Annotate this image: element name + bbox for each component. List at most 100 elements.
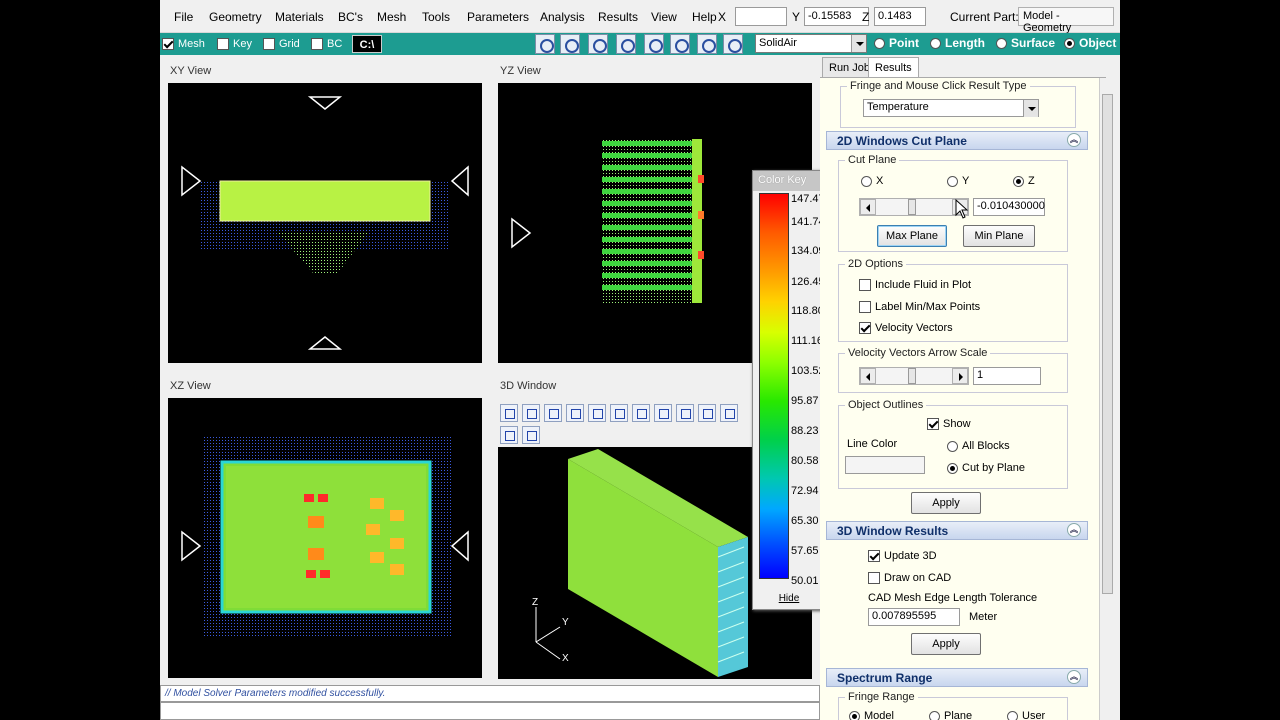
slider-right-icon[interactable] — [952, 368, 968, 384]
slider-thumb[interactable] — [908, 368, 916, 384]
collapse-icon[interactable]: ︽ — [1067, 670, 1081, 684]
menu-results[interactable]: Results — [598, 10, 638, 24]
result-type-select[interactable]: Temperature — [863, 99, 1039, 117]
zoom-in-icon[interactable] — [644, 34, 664, 54]
velocity-vectors-checkbox[interactable]: Velocity Vectors — [859, 322, 953, 334]
panel-scrollbar[interactable] — [1099, 78, 1114, 720]
color-key-hide-button[interactable]: Hide — [759, 593, 819, 607]
mesh-toggle[interactable]: Mesh — [162, 36, 205, 52]
axis-x-radio[interactable]: X — [861, 175, 883, 187]
menu-file[interactable]: File — [174, 10, 193, 24]
cut-plane-slider[interactable] — [859, 198, 969, 216]
include-fluid-checkbox[interactable]: Include Fluid in Plot — [859, 279, 971, 291]
surface-radio[interactable]: Surface — [996, 36, 1055, 50]
menu-mesh[interactable]: Mesh — [377, 10, 406, 24]
view-back-icon[interactable] — [632, 404, 650, 422]
zoom-icon[interactable] — [500, 404, 518, 422]
zoom-box-icon[interactable] — [522, 404, 540, 422]
results-scroll-area: Fringe and Mouse Click Result Type Tempe… — [820, 77, 1106, 720]
view-bottom-icon[interactable] — [676, 404, 694, 422]
material-select[interactable]: SolidAir — [755, 34, 867, 53]
tolerance-input[interactable]: 0.007895595 — [868, 608, 960, 626]
command-prompt-button[interactable]: C:\ — [352, 35, 382, 53]
view-left-icon[interactable] — [698, 404, 716, 422]
cut-plane-section-header[interactable]: 2D Windows Cut Plane ︽ — [826, 131, 1088, 150]
max-plane-button[interactable]: Max Plane — [877, 225, 947, 247]
move-icon[interactable] — [588, 404, 606, 422]
view-right-icon[interactable] — [720, 404, 738, 422]
object-radio[interactable]: Object — [1064, 36, 1116, 50]
xy-viewport[interactable] — [168, 83, 482, 363]
range-user-radio[interactable]: User — [1007, 710, 1045, 720]
x-coord-field[interactable] — [735, 7, 787, 26]
fit-view-icon[interactable] — [535, 34, 555, 54]
zoom-out-icon[interactable] — [670, 34, 690, 54]
slider-left-icon[interactable] — [860, 368, 876, 384]
arrow-scale-slider[interactable] — [859, 367, 969, 385]
home-icon[interactable] — [723, 34, 743, 54]
grid-toggle[interactable]: Grid — [263, 36, 300, 52]
solid-view-icon[interactable] — [500, 426, 518, 444]
all-blocks-radio[interactable]: All Blocks — [947, 440, 1010, 452]
view-top-icon[interactable] — [654, 404, 672, 422]
checkbox-icon — [868, 572, 880, 584]
apply-outlines-button[interactable]: Apply — [911, 492, 981, 514]
radio-icon — [947, 175, 958, 187]
show-outlines-checkbox[interactable]: Show — [927, 418, 971, 430]
3d-results-section-header[interactable]: 3D Window Results ︽ — [826, 521, 1088, 540]
refresh-icon[interactable] — [560, 34, 580, 54]
undo-icon[interactable] — [588, 34, 608, 54]
scrollbar-thumb[interactable] — [1102, 94, 1113, 594]
xz-viewport[interactable] — [168, 398, 482, 678]
chevron-down-icon[interactable] — [1023, 100, 1038, 117]
menu-tools[interactable]: Tools — [422, 10, 450, 24]
color-key-label: 57.65 — [791, 545, 819, 557]
command-line[interactable] — [160, 702, 820, 720]
min-plane-button[interactable]: Min Plane — [963, 225, 1035, 247]
line-color-swatch[interactable] — [845, 456, 925, 474]
yz-view-title: YZ View — [500, 65, 541, 77]
apply-3d-button[interactable]: Apply — [911, 633, 981, 655]
menu-geometry[interactable]: Geometry — [209, 10, 262, 24]
point-radio[interactable]: Point — [874, 36, 919, 50]
line-color-label: Line Color — [847, 438, 898, 450]
length-radio[interactable]: Length — [930, 36, 985, 50]
chevron-down-icon[interactable] — [851, 35, 866, 52]
arrow-scale-value[interactable]: 1 — [973, 367, 1041, 385]
draw-on-cad-checkbox[interactable]: Draw on CAD — [868, 572, 951, 584]
axis-z-radio[interactable]: Z — [1013, 175, 1035, 187]
redo-icon[interactable] — [616, 34, 636, 54]
y-coord-field[interactable]: -0.15583 — [804, 7, 869, 26]
rotate-icon[interactable] — [544, 404, 562, 422]
spectrum-range-section-header[interactable]: Spectrum Range ︽ — [826, 668, 1088, 687]
tab-results[interactable]: Results — [868, 57, 919, 77]
chart-icon[interactable] — [697, 34, 717, 54]
collapse-icon[interactable]: ︽ — [1067, 523, 1081, 537]
key-toggle[interactable]: Key — [217, 36, 252, 52]
cut-by-plane-radio[interactable]: Cut by Plane — [947, 462, 1025, 474]
radio-icon — [874, 37, 885, 49]
menu-parameters[interactable]: Parameters — [467, 10, 529, 24]
label-minmax-checkbox[interactable]: Label Min/Max Points — [859, 301, 980, 313]
slider-left-icon[interactable] — [860, 199, 876, 215]
z-coord-field[interactable]: 0.1483 — [874, 7, 926, 26]
slider-thumb[interactable] — [908, 199, 916, 215]
checkbox-icon — [927, 418, 939, 430]
view-front-icon[interactable] — [610, 404, 628, 422]
cut-plane-value[interactable]: -0.010430000 — [973, 198, 1045, 216]
menu-help[interactable]: Help — [692, 10, 717, 24]
range-plane-radio[interactable]: Plane — [929, 710, 972, 720]
axis-y-radio[interactable]: Y — [947, 175, 969, 187]
wire-view-icon[interactable] — [522, 426, 540, 444]
update-3d-checkbox[interactable]: Update 3D — [868, 550, 937, 562]
collapse-icon[interactable]: ︽ — [1067, 133, 1081, 147]
bc-toggle[interactable]: BC — [311, 36, 342, 52]
range-model-radio[interactable]: Model — [849, 710, 894, 720]
color-key-label: 80.58 — [791, 455, 819, 467]
menu-materials[interactable]: Materials — [275, 10, 324, 24]
menu-bcs[interactable]: BC's — [338, 10, 363, 24]
menu-analysis[interactable]: Analysis — [540, 10, 585, 24]
pan-icon[interactable] — [566, 404, 584, 422]
menu-view[interactable]: View — [651, 10, 677, 24]
checkbox-icon — [162, 38, 174, 50]
